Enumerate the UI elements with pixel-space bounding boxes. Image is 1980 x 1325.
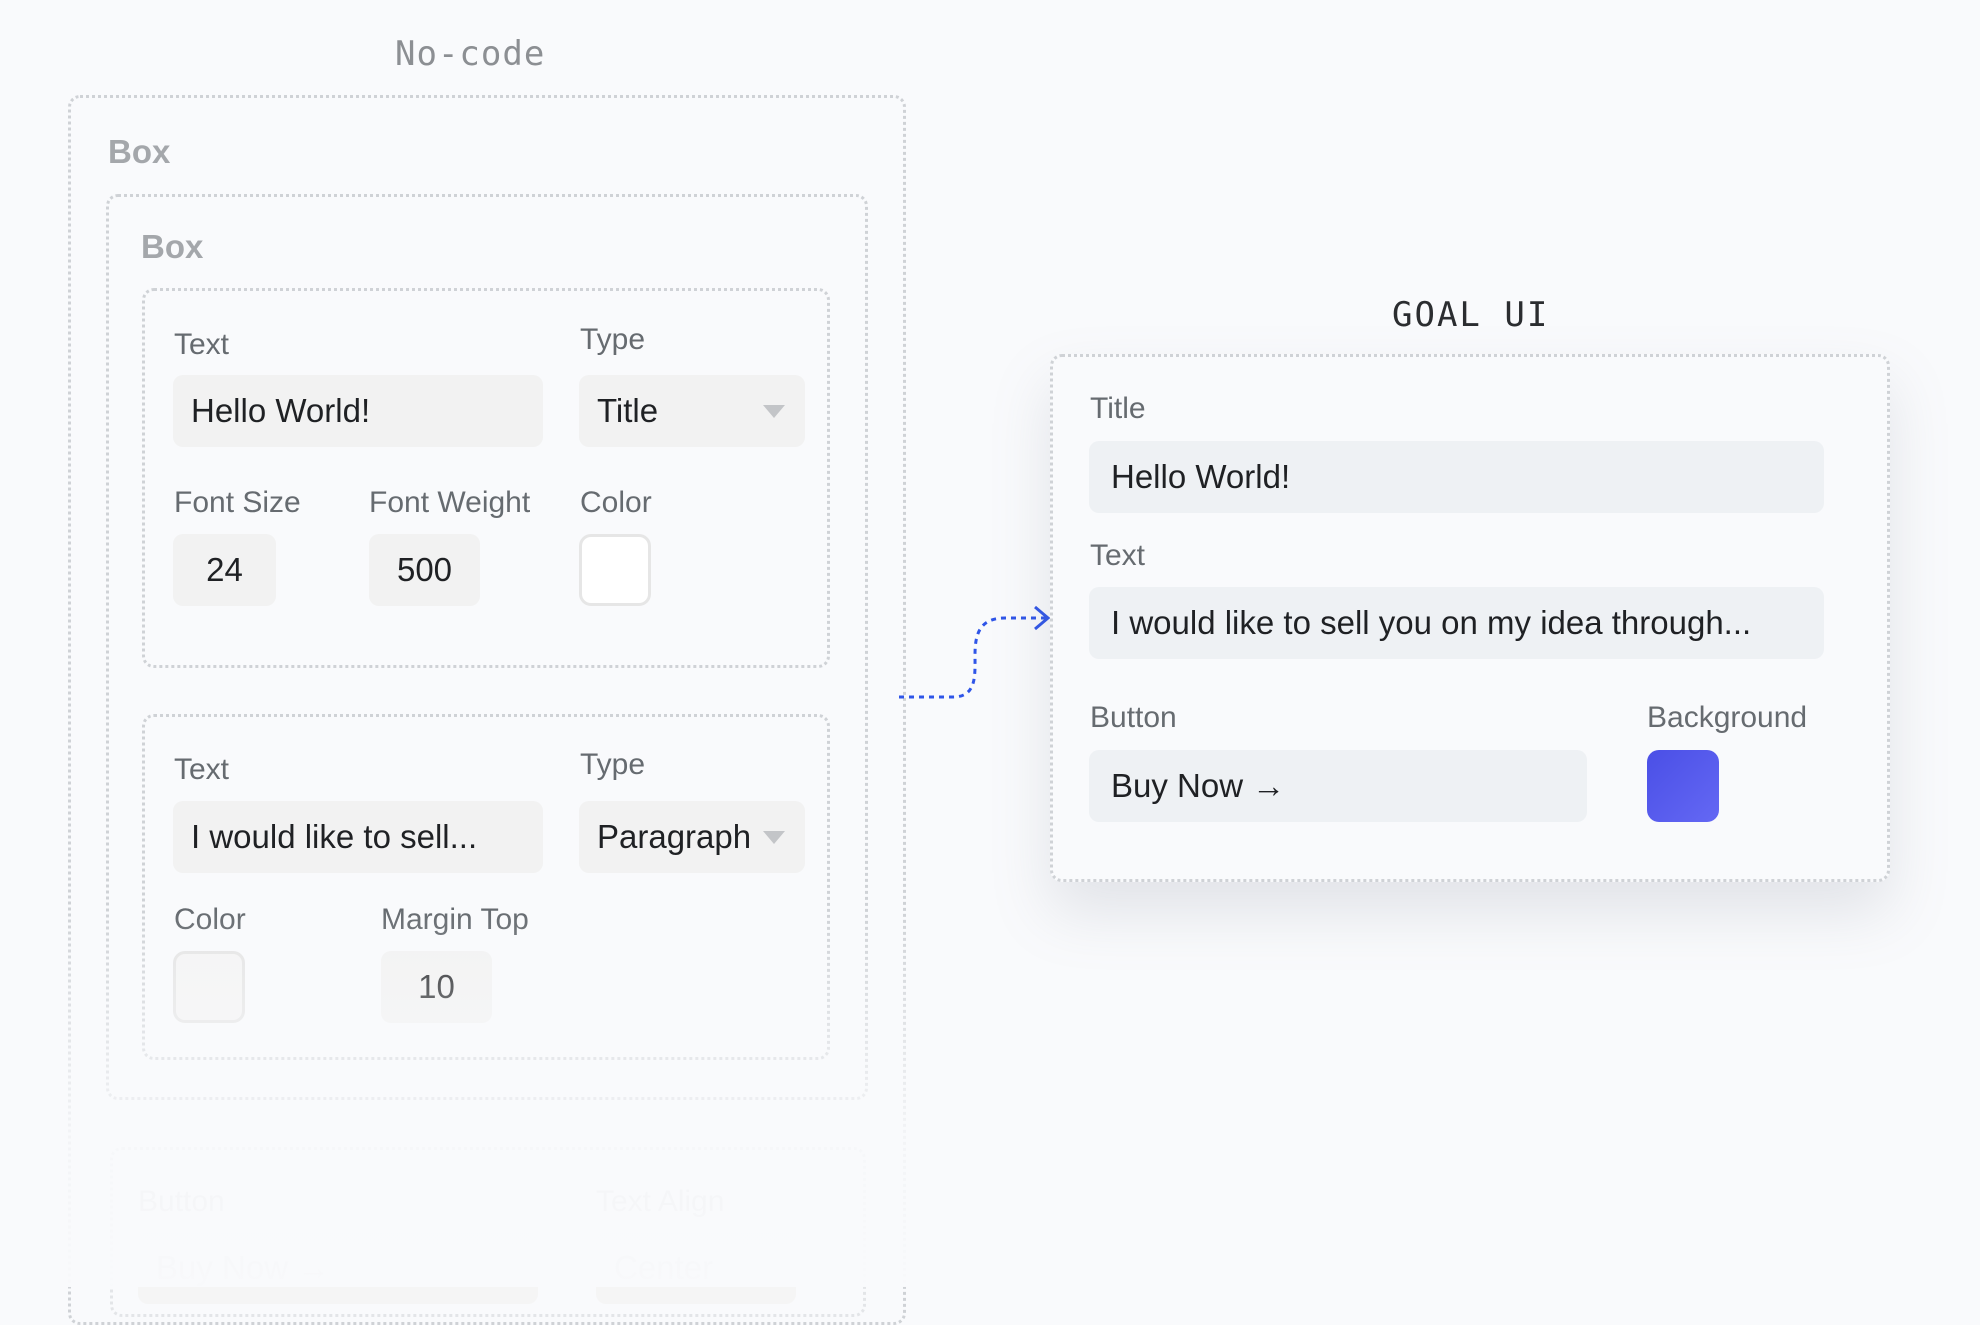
button-text-value: Buy Now → <box>156 1249 331 1286</box>
color-label: Color <box>580 486 652 519</box>
text-block-title <box>142 288 830 668</box>
color-swatch[interactable] <box>579 534 651 606</box>
goal-background-label: Background <box>1647 701 1808 734</box>
text-input[interactable]: I would like to sell... <box>173 801 543 873</box>
font-weight-label: Font Weight <box>369 486 531 519</box>
goal-title-field[interactable]: Hello World! <box>1089 441 1824 513</box>
goal-text-value: I would like to sell you on my idea thro… <box>1111 604 1752 641</box>
text-input[interactable]: Hello World! <box>173 375 543 447</box>
type-select[interactable]: Paragraph <box>579 801 805 873</box>
nocode-heading: No-code <box>395 34 546 74</box>
goal-text-label: Text <box>1090 539 1146 572</box>
text-input-value: I would like to sell... <box>191 818 478 855</box>
type-select-value: Title <box>597 392 659 429</box>
connector-arrow <box>899 605 1051 699</box>
type-select-value: Paragraph <box>597 818 752 855</box>
color-label: Color <box>174 903 246 936</box>
text-align-select[interactable]: Center <box>596 1232 796 1304</box>
type-select[interactable]: Title <box>579 375 805 447</box>
color-swatch[interactable] <box>173 951 245 1023</box>
goal-heading: GOAL UI <box>1392 295 1550 335</box>
goal-button-field[interactable]: Buy Now → <box>1089 750 1587 822</box>
margin-top-input[interactable]: 10 <box>381 951 492 1023</box>
font-size-label: Font Size <box>174 486 301 519</box>
font-size-input[interactable]: 24 <box>173 534 276 606</box>
font-size-value: 24 <box>206 551 243 588</box>
text-align-label: Text Align <box>596 1185 725 1218</box>
font-weight-value: 500 <box>396 551 453 588</box>
outer-box-label: Box <box>108 133 171 170</box>
chevron-down-icon <box>763 405 785 418</box>
goal-title-label: Title <box>1090 392 1146 425</box>
button-text-input[interactable]: Buy Now → <box>138 1232 538 1304</box>
margin-top-value: 10 <box>418 968 455 1005</box>
text-label: Text <box>174 328 230 361</box>
type-label: Type <box>580 748 646 781</box>
text-label: Text <box>174 753 230 786</box>
goal-title-value: Hello World! <box>1111 458 1291 495</box>
button-label: Button <box>138 1185 225 1218</box>
type-label: Type <box>580 323 646 356</box>
goal-background-swatch[interactable] <box>1647 750 1719 822</box>
text-align-value: Center <box>614 1249 714 1286</box>
margin-top-label: Margin Top <box>381 903 529 936</box>
text-input-value: Hello World! <box>191 392 371 429</box>
inner-box-label: Box <box>141 228 204 265</box>
goal-button-value: Buy Now → <box>1111 767 1286 804</box>
goal-text-field[interactable]: I would like to sell you on my idea thro… <box>1089 587 1824 659</box>
font-weight-input[interactable]: 500 <box>369 534 480 606</box>
goal-button-label: Button <box>1090 701 1177 734</box>
chevron-down-icon <box>763 831 785 844</box>
